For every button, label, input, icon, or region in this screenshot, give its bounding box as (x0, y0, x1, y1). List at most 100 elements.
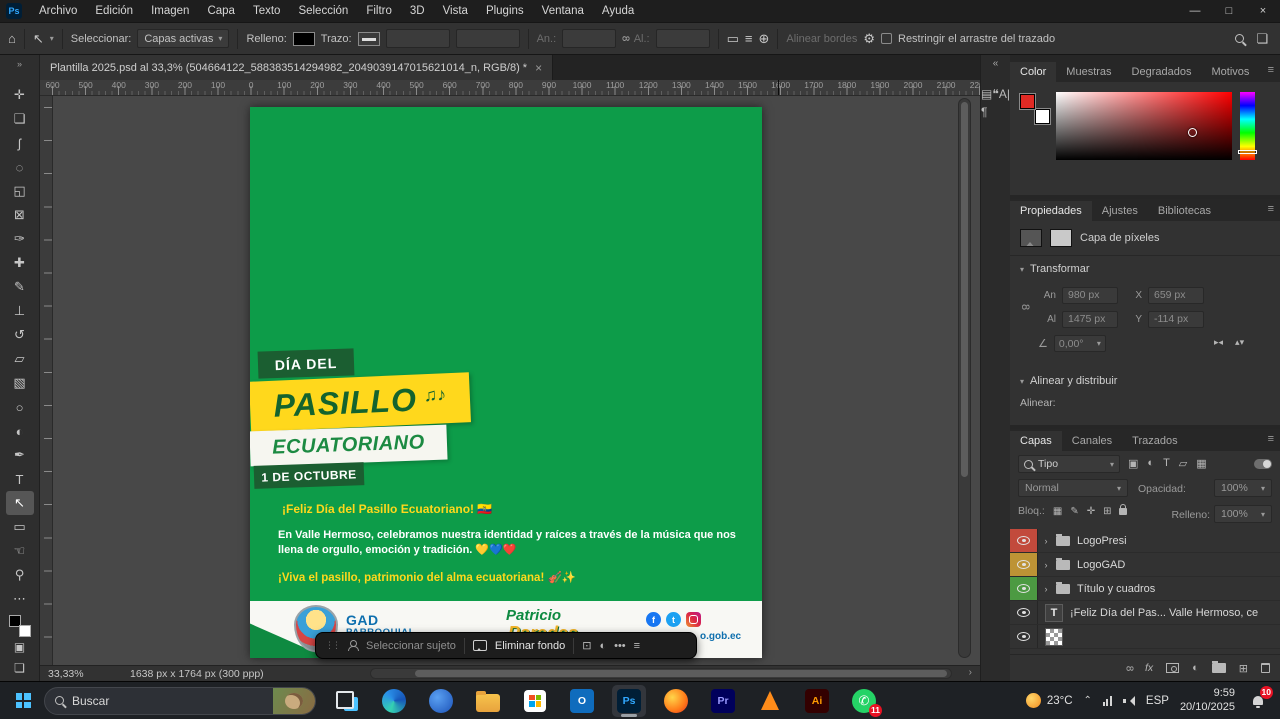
clock[interactable]: 9:59 20/10/2025 (1180, 687, 1235, 715)
remove-background-button[interactable]: Eliminar fondo (495, 640, 565, 652)
flip-horizontal-icon[interactable]: ▸◂ (1214, 337, 1223, 348)
tools-ellipsis[interactable]: ⋯ (6, 587, 34, 611)
vertical-ruler[interactable] (40, 96, 53, 665)
visibility-well[interactable] (1010, 601, 1038, 624)
contextual-task-bar[interactable]: ⋮⋮ Seleccionar sujeto Eliminar fondo ⊡ ◐… (315, 632, 697, 659)
workspace-switcher-icon[interactable]: ❏ (1256, 31, 1268, 47)
taskbar-app-illustrator[interactable]: Ai (800, 685, 834, 717)
fill-field[interactable]: 100% ▾ (1214, 505, 1272, 523)
menu-item[interactable]: Vista (434, 0, 477, 22)
menu-item[interactable]: Capa (198, 0, 244, 22)
delete-layer-icon[interactable] (1261, 663, 1270, 673)
layer-effects-icon[interactable]: fx (1145, 662, 1153, 674)
task-view-button[interactable] (330, 685, 364, 717)
horizontal-scrollbar[interactable] (370, 668, 952, 679)
taskbar-app-firefox[interactable] (659, 685, 693, 717)
mask-thumb-icon[interactable] (1050, 229, 1072, 247)
adjustments-icon[interactable]: ◐ (599, 640, 606, 652)
taskbar-app-browser[interactable] (424, 685, 458, 717)
taskbar-search[interactable]: Buscar (44, 687, 316, 715)
blur-tool[interactable]: ○ (6, 395, 34, 419)
eye-icon[interactable] (1017, 632, 1030, 641)
visibility-well[interactable] (1010, 529, 1038, 552)
panel-tab[interactable]: Propiedades (1010, 201, 1092, 221)
lock-transparency-icon[interactable]: ▦ (1053, 506, 1062, 517)
menu-item[interactable]: Texto (244, 0, 290, 22)
filter-type-icon[interactable]: T (1163, 457, 1170, 470)
transform-icon[interactable]: ⊡ (582, 639, 591, 652)
gradient-tool[interactable]: ▧ (6, 371, 34, 395)
canvas-area[interactable]: DÍA DEL PASILLO ♫♪ ECUATORIANO 1 DE OCTU… (40, 96, 980, 665)
shape-rect-icon[interactable]: ▭ (727, 31, 739, 47)
eye-icon[interactable] (1017, 536, 1030, 545)
filter-smart-object-icon[interactable]: ▦ (1196, 457, 1206, 470)
saturation-value-field[interactable] (1056, 92, 1232, 160)
gear-icon[interactable]: ⚙ (863, 31, 875, 47)
network-icon[interactable] (1103, 696, 1112, 706)
panel-menu-icon[interactable]: ≡ (1268, 64, 1274, 76)
panel-tab[interactable]: Ajustes (1092, 201, 1148, 221)
position-field[interactable]: -114 px (1148, 311, 1204, 328)
visibility-well[interactable] (1010, 577, 1038, 600)
minimize-button[interactable]: — (1178, 0, 1212, 22)
rectangle-tool[interactable]: ▭ (6, 515, 34, 539)
zoom-level-field[interactable]: 33,33% (48, 668, 84, 680)
lock-all-icon[interactable] (1119, 508, 1127, 515)
layer-row[interactable]: › T (1010, 625, 1280, 649)
link-layers-icon[interactable]: 8 (1124, 665, 1135, 671)
color-picker-marker[interactable] (1188, 128, 1197, 137)
link-dimensions-icon[interactable]: 8 (619, 36, 630, 42)
menu-item[interactable]: 3D (401, 0, 434, 22)
drag-handle-icon[interactable]: ⋮⋮ (325, 640, 339, 651)
panel-tab[interactable]: Canales (1062, 431, 1122, 451)
path-operations-icon[interactable]: ⊕ (759, 31, 770, 47)
opacity-field[interactable]: 100% ▾ (1214, 479, 1272, 497)
panel-menu-icon[interactable]: ≡ (1268, 203, 1274, 215)
position-field[interactable]: 659 px (1148, 287, 1204, 304)
layer-name[interactable]: Título y cuadros (1077, 583, 1155, 595)
flip-vertical-icon[interactable]: ▴▾ (1235, 337, 1244, 348)
dodge-tool[interactable]: ◐ (6, 419, 34, 443)
add-mask-icon[interactable] (1166, 663, 1179, 673)
hue-slider[interactable] (1240, 92, 1255, 160)
background-color-swatch[interactable] (1035, 109, 1050, 124)
panel-tab[interactable]: Capas (1010, 431, 1062, 451)
stroke-type-dropdown[interactable] (456, 29, 520, 48)
menu-item[interactable]: Imagen (142, 0, 198, 22)
clone-stamp-tool[interactable]: ⊥ (6, 299, 34, 323)
taskbar-app-premiere[interactable]: Pr (706, 685, 740, 717)
zoom-tool[interactable]: ⚲ (6, 563, 34, 587)
properties-sliders-icon[interactable]: ≡ (634, 640, 640, 652)
hue-slider-marker[interactable] (1238, 150, 1257, 154)
layer-row[interactable]: › T Título y cuadros (1010, 577, 1280, 601)
dimension-field[interactable]: 980 px (1062, 287, 1118, 304)
transform-section-header[interactable]: ▾ Transformar (1020, 263, 1090, 275)
taskbar-app-outlook[interactable]: O (565, 685, 599, 717)
healing-brush-tool[interactable]: ✚ (6, 251, 34, 275)
background-color-swatch[interactable] (19, 625, 31, 637)
panel-tab[interactable]: Color (1010, 62, 1056, 82)
start-button[interactable] (6, 684, 40, 718)
lock-position-icon[interactable]: ✛ (1087, 506, 1095, 517)
tool-preset-caret-icon[interactable]: ▾ (50, 34, 54, 43)
restore-button[interactable]: □ (1212, 0, 1246, 22)
layer-name[interactable]: LogoGAD (1077, 559, 1125, 571)
visibility-well[interactable] (1010, 625, 1038, 648)
align-section-header[interactable]: ▾ Alinear y distribuir (1020, 375, 1117, 387)
eraser-tool[interactable]: ▱ (6, 347, 34, 371)
foreground-background-swatches[interactable] (9, 615, 31, 637)
notification-center[interactable]: 10 (1246, 689, 1270, 713)
filter-shape-icon[interactable]: ▱ (1179, 457, 1187, 470)
menu-item[interactable]: Ventana (533, 0, 593, 22)
eyedropper-tool[interactable]: ✑ (6, 227, 34, 251)
frame-tool[interactable]: ⊠ (6, 203, 34, 227)
eye-icon[interactable] (1017, 584, 1030, 593)
vertical-scrollbar-thumb[interactable] (961, 102, 968, 477)
type-tool[interactable]: T (6, 467, 34, 491)
lasso-tool[interactable]: ʃ (6, 131, 34, 155)
clone-source-icon[interactable]: ▤ (981, 87, 992, 101)
paragraph-panel-icon[interactable]: ¶ (981, 105, 987, 119)
current-tool-icon[interactable]: ↖ (33, 31, 44, 47)
select-mode-dropdown[interactable]: Capas activas ▾ (137, 29, 229, 48)
layer-name[interactable]: ¡Feliz Día del Pas... Valle Hermoso, ce (1070, 607, 1258, 619)
